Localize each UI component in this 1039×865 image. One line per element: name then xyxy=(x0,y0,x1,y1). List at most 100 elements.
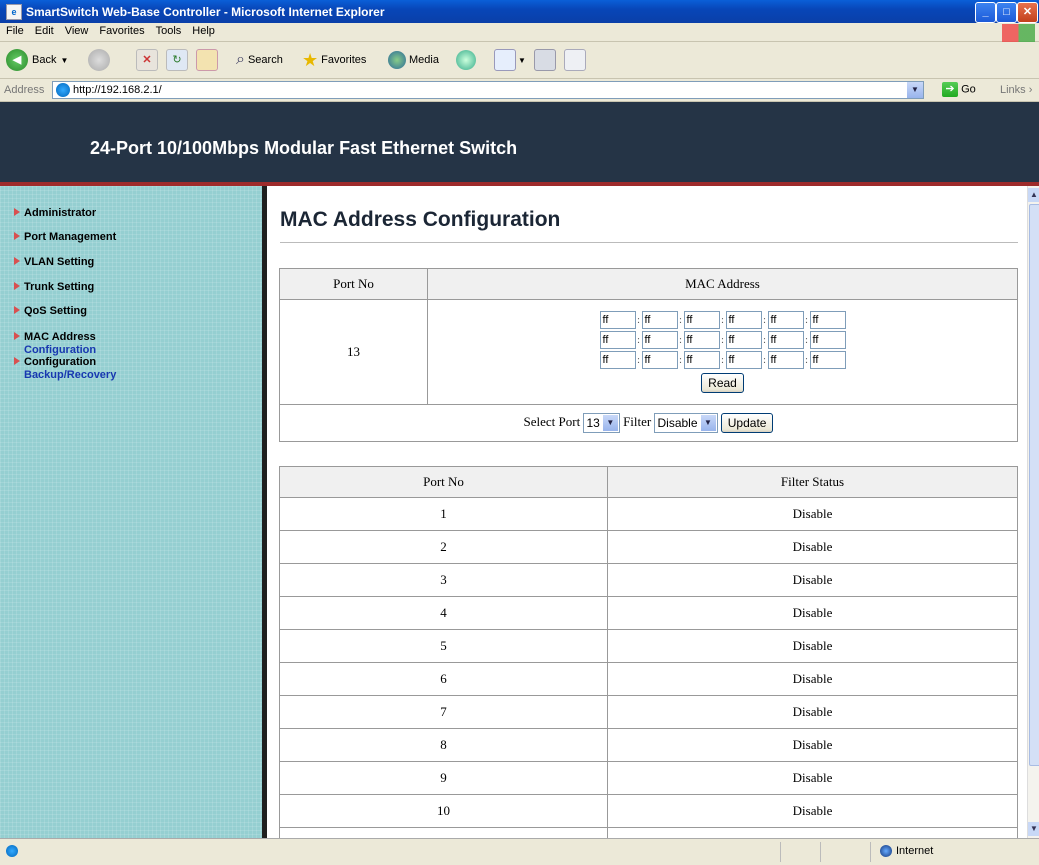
nav-administrator[interactable]: Administrator xyxy=(14,207,96,219)
security-zone: Internet xyxy=(880,845,934,858)
close-button[interactable]: ✕ xyxy=(1017,2,1038,23)
mac-octet-input[interactable]: ff xyxy=(683,331,720,350)
status-bar: Internet xyxy=(0,838,1039,865)
table-row: 5 Disable xyxy=(279,629,1018,663)
col-header-port: Port No xyxy=(279,466,608,498)
status-cell: Disable xyxy=(607,728,1018,762)
mac-field-grid: ff: ff: ff: ff: ff: ff ff: ff: ff: ff: ff: ff ff: f… xyxy=(599,311,846,397)
nav-trunk-setting[interactable]: Trunk Setting xyxy=(14,281,94,293)
scroll-down-icon[interactable]: ▼ xyxy=(1028,822,1039,836)
mac-octet-input[interactable]: ff xyxy=(767,351,804,370)
refresh-button[interactable]: ↻ xyxy=(166,47,188,73)
nav-label: Trunk Setting xyxy=(24,281,95,293)
address-dropdown-icon[interactable]: ▼ xyxy=(907,82,923,98)
mac-octet-input[interactable]: ff xyxy=(725,331,762,350)
mac-config-table: Port No MAC Address 13 ff: ff: ff: ff: ff: ff… xyxy=(279,268,1018,442)
arrow-bullet-icon xyxy=(14,282,20,290)
mac-octet-input[interactable]: ff xyxy=(725,311,762,330)
mac-octet-input[interactable]: ff xyxy=(683,311,720,330)
vertical-scrollbar[interactable]: ▲ ▼ xyxy=(1027,186,1039,838)
go-button[interactable]: ➔ Go xyxy=(942,82,976,97)
menu-favorites[interactable]: Favorites xyxy=(93,23,149,37)
filter-dropdown[interactable]: Disable ▼ xyxy=(654,413,718,433)
scroll-up-icon[interactable]: ▲ xyxy=(1028,188,1039,202)
mac-octet-input[interactable]: ff xyxy=(599,331,636,350)
menu-view[interactable]: View xyxy=(59,23,94,37)
globe-icon xyxy=(880,845,892,858)
mail-button[interactable]: ▼ xyxy=(494,47,526,73)
forward-arrow-icon xyxy=(88,49,110,71)
read-button[interactable]: Read xyxy=(701,373,744,393)
select-port-dropdown[interactable]: 13 ▼ xyxy=(583,413,620,433)
mac-octet-input[interactable]: ff xyxy=(809,351,846,370)
mac-octet-input[interactable]: ff xyxy=(599,311,636,330)
nav-mac-address[interactable]: MAC Address xyxy=(14,331,96,343)
links-button[interactable]: Links › xyxy=(1000,84,1032,96)
mac-octet-input[interactable]: ff xyxy=(641,331,678,350)
window-title-bar[interactable]: e SmartSwitch Web-Base Controller - Micr… xyxy=(0,0,1039,23)
history-button[interactable] xyxy=(456,47,476,73)
nav-port-management[interactable]: Port Management xyxy=(14,231,116,243)
menu-help[interactable]: Help xyxy=(186,23,220,37)
mac-octet-input[interactable]: ff xyxy=(641,311,678,330)
port-cell: 6 xyxy=(279,662,608,696)
media-icon xyxy=(388,51,406,69)
main-content: MAC Address Configuration Port No MAC Ad… xyxy=(267,186,1027,838)
port-cell: 9 xyxy=(279,761,608,795)
print-button[interactable] xyxy=(534,47,556,73)
mac-row: ff: ff: ff: ff: ff: ff xyxy=(599,331,846,351)
search-label: Search xyxy=(247,54,283,66)
mail-dropdown-icon[interactable]: ▼ xyxy=(518,56,526,65)
menu-tools[interactable]: Tools xyxy=(150,23,187,37)
address-input[interactable]: http://192.168.2.1/ ▼ xyxy=(52,81,924,99)
mac-octet-input[interactable]: ff xyxy=(809,311,846,330)
scroll-thumb[interactable] xyxy=(1029,204,1039,766)
mac-octet-input[interactable]: ff xyxy=(767,331,804,350)
menu-edit[interactable]: Edit xyxy=(29,23,59,37)
stop-button[interactable]: ✕ xyxy=(136,47,158,73)
mac-octet-input[interactable]: ff xyxy=(725,351,762,370)
edit-button[interactable] xyxy=(564,47,586,73)
minimize-button[interactable]: _ xyxy=(975,2,996,23)
maximize-button[interactable]: □ xyxy=(996,2,1017,23)
back-button[interactable]: ◀ Back ▼ xyxy=(6,47,68,73)
links-label: Links xyxy=(1000,84,1026,96)
arrow-bullet-icon xyxy=(14,257,20,265)
menu-file[interactable]: File xyxy=(0,23,29,37)
mac-octet-input[interactable]: ff xyxy=(683,351,720,370)
home-button[interactable] xyxy=(196,47,218,73)
stop-icon: ✕ xyxy=(136,49,158,71)
history-icon xyxy=(456,50,476,70)
search-button[interactable]: ⌕ Search xyxy=(236,47,283,73)
mac-octet-input[interactable]: ff xyxy=(809,331,846,350)
update-button[interactable]: Update xyxy=(720,413,774,433)
nav-vlan-setting[interactable]: VLAN Setting xyxy=(14,256,94,268)
port-cell: 7 xyxy=(279,695,608,729)
star-icon: ★ xyxy=(302,49,319,70)
back-dropdown-icon[interactable]: ▼ xyxy=(60,56,68,65)
port-cell: 11 xyxy=(279,827,608,838)
mac-octet-input[interactable]: ff xyxy=(767,311,804,330)
zone-label: Internet xyxy=(896,845,934,857)
mac-octet-input[interactable]: ff xyxy=(641,351,678,370)
mail-icon xyxy=(494,49,516,71)
nav-label: VLAN Setting xyxy=(24,256,95,268)
forward-button[interactable] xyxy=(88,47,110,73)
nav-configuration[interactable]: Configuration xyxy=(14,356,96,368)
filter-value: Disable xyxy=(657,416,698,430)
nav-backup-recovery[interactable]: Backup/Recovery xyxy=(24,369,116,381)
nav-mac-configuration[interactable]: Configuration xyxy=(24,344,96,356)
table-row: 8 Disable xyxy=(279,728,1018,762)
status-divider xyxy=(870,842,871,862)
port-cell: 4 xyxy=(279,596,608,630)
status-cell: Disable xyxy=(607,794,1018,828)
nav-qos-setting[interactable]: QoS Setting xyxy=(14,305,87,317)
table-row: 6 Disable xyxy=(279,662,1018,696)
arrow-bullet-icon xyxy=(14,306,20,314)
status-cell: Disable xyxy=(607,629,1018,663)
media-button[interactable]: Media xyxy=(388,47,439,73)
mac-octet-input[interactable]: ff xyxy=(599,351,636,370)
favorites-button[interactable]: ★ Favorites xyxy=(302,47,366,73)
page-status-icon xyxy=(6,845,18,857)
page-icon xyxy=(56,83,70,97)
